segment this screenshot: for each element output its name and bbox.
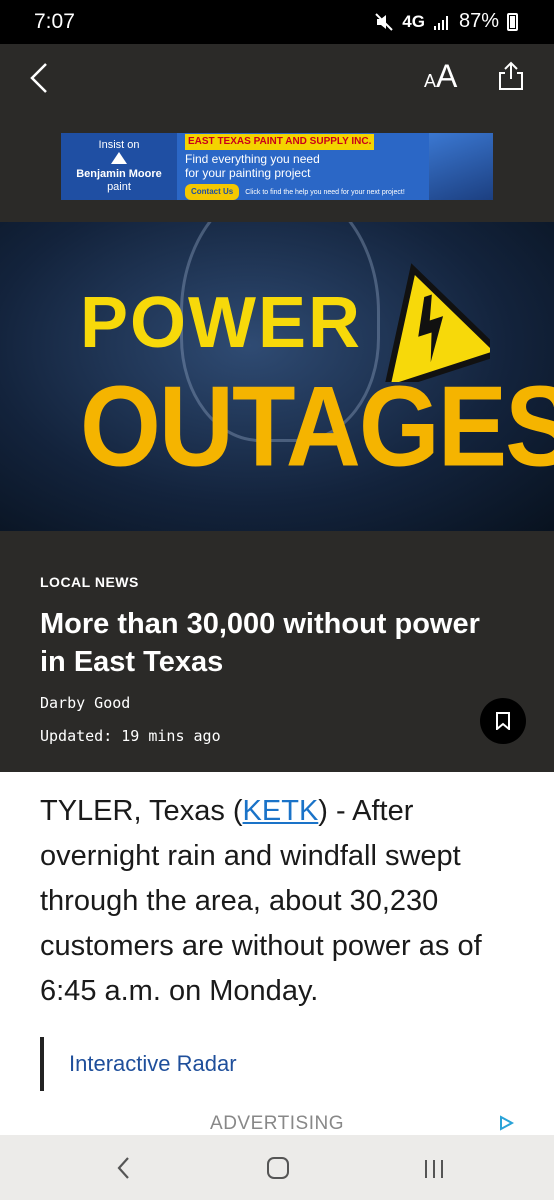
text-size-large-glyph: A — [436, 58, 458, 94]
interactive-radar-link[interactable]: Interactive Radar — [69, 1051, 237, 1077]
ad-small-text: Click to find the help you need for your… — [245, 189, 405, 196]
battery-percent: 87% — [458, 10, 499, 32]
related-link-block[interactable]: Interactive Radar — [40, 1037, 237, 1091]
ad-banner[interactable]: Insist on Benjamin Moore paint EAST TEXA… — [61, 133, 493, 200]
text-size-button[interactable]: AA — [424, 58, 457, 95]
article-body: TYLER, Texas (KETK) - After overnight ra… — [0, 772, 554, 1135]
nav-back-icon[interactable] — [114, 1155, 134, 1181]
hero-title-line1: POWER — [80, 283, 363, 363]
advertising-label: ADVERTISING — [210, 1113, 344, 1134]
status-icons: 4G — [374, 12, 451, 32]
nav-recent-apps-icon[interactable] — [423, 1159, 445, 1179]
ad-left-brand: Benjamin Moore — [76, 168, 162, 180]
bookmark-button[interactable] — [480, 698, 526, 744]
adchoices-icon[interactable] — [498, 1115, 514, 1131]
nav-home-icon[interactable] — [267, 1157, 289, 1179]
hero-image: POWER OUTAGES — [0, 222, 554, 531]
signal-icon — [433, 15, 448, 30]
mute-icon — [375, 12, 393, 31]
ad-left-line3: paint — [107, 181, 131, 193]
author-byline[interactable]: Darby Good — [40, 694, 130, 712]
ad-tagline-2: for your painting project — [185, 166, 311, 180]
article-headline: More than 30,000 without power in East T… — [40, 608, 480, 678]
status-indicators: 4G 87% — [374, 10, 518, 33]
article-toolbar: AA Insist on Benjamin Moore paint EAST T… — [0, 44, 554, 222]
ad-contact-button[interactable]: Contact Us — [185, 184, 240, 200]
system-nav-bar — [0, 1135, 554, 1200]
network-label: 4G — [402, 11, 425, 31]
ad-left-line1: Insist on — [98, 139, 140, 151]
lead-paragraph: TYLER, Texas (KETK) - After overnight ra… — [40, 789, 520, 1014]
battery-icon — [507, 12, 518, 31]
text-size-small-glyph: A — [424, 71, 437, 91]
ad-tagline-1: Find everything you need — [185, 152, 320, 166]
status-bar: 7:07 4G 87% — [0, 0, 554, 44]
high-voltage-warning-icon — [382, 263, 490, 382]
ad-copy: EAST TEXAS PAINT AND SUPPLY INC. Find ev… — [177, 133, 429, 200]
section-label[interactable]: LOCAL NEWS — [40, 574, 139, 590]
ad-product-image — [429, 133, 493, 200]
ad-brand-panel: Insist on Benjamin Moore paint — [61, 133, 177, 200]
ketk-link[interactable]: KETK — [243, 795, 319, 827]
ad-company-name: EAST TEXAS PAINT AND SUPPLY INC. — [185, 134, 375, 150]
updated-timestamp: Updated: 19 mins ago — [40, 727, 221, 745]
status-time: 7:07 — [34, 10, 75, 33]
bookmark-icon — [496, 712, 510, 730]
share-icon[interactable] — [496, 60, 526, 92]
article-header: LOCAL NEWS More than 30,000 without powe… — [0, 531, 554, 772]
lead-prefix: TYLER, Texas ( — [40, 795, 243, 827]
back-arrow-icon[interactable] — [26, 60, 56, 96]
benjamin-moore-logo-icon — [111, 152, 127, 164]
